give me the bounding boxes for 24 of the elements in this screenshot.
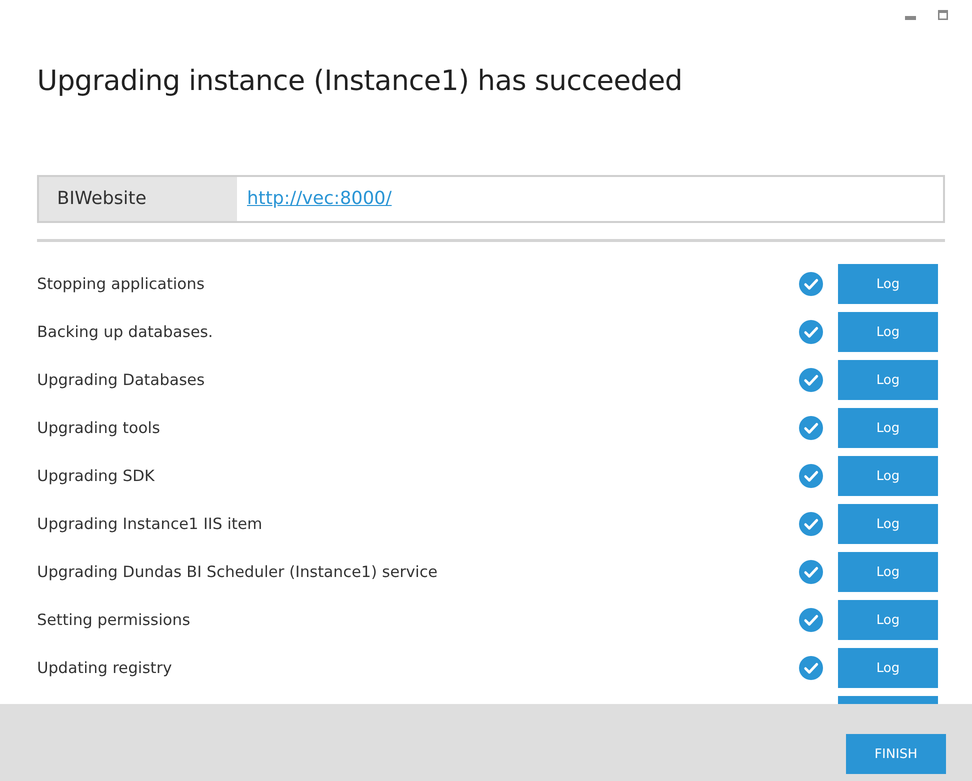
- step-label: Upgrading Dundas BI Scheduler (Instance1) service: [37, 563, 439, 581]
- finish-button[interactable]: FINISH: [846, 734, 946, 774]
- log-button[interactable]: Log: [838, 264, 938, 304]
- step-label: Upgrading tools: [37, 419, 162, 437]
- log-button[interactable]: Log: [838, 600, 938, 640]
- minimize-icon[interactable]: [905, 16, 916, 20]
- website-link[interactable]: http://vec:8000/: [247, 188, 392, 209]
- log-button[interactable]: Log: [838, 504, 938, 544]
- step-label: Stopping applications: [37, 275, 206, 293]
- log-button[interactable]: Log: [838, 360, 938, 400]
- step-label: Backing up databases.: [37, 323, 214, 341]
- step-label: Upgrading Instance1 IIS item: [37, 515, 264, 533]
- step-label: Upgrading Databases: [37, 371, 206, 389]
- step-label: Setting permissions: [37, 611, 192, 629]
- log-button[interactable]: Log: [838, 312, 938, 352]
- log-button[interactable]: Log: [838, 552, 938, 592]
- step-label: Updating registry: [37, 659, 173, 677]
- website-label: BIWebsite: [39, 177, 237, 221]
- maximize-icon[interactable]: [938, 10, 948, 20]
- step-label: Upgrading SDK: [37, 467, 156, 485]
- log-button[interactable]: Log: [838, 456, 938, 496]
- page-title: Upgrading instance (Instance1) has succeeded: [37, 63, 684, 99]
- log-button[interactable]: Log: [838, 648, 938, 688]
- log-button[interactable]: Log: [838, 408, 938, 448]
